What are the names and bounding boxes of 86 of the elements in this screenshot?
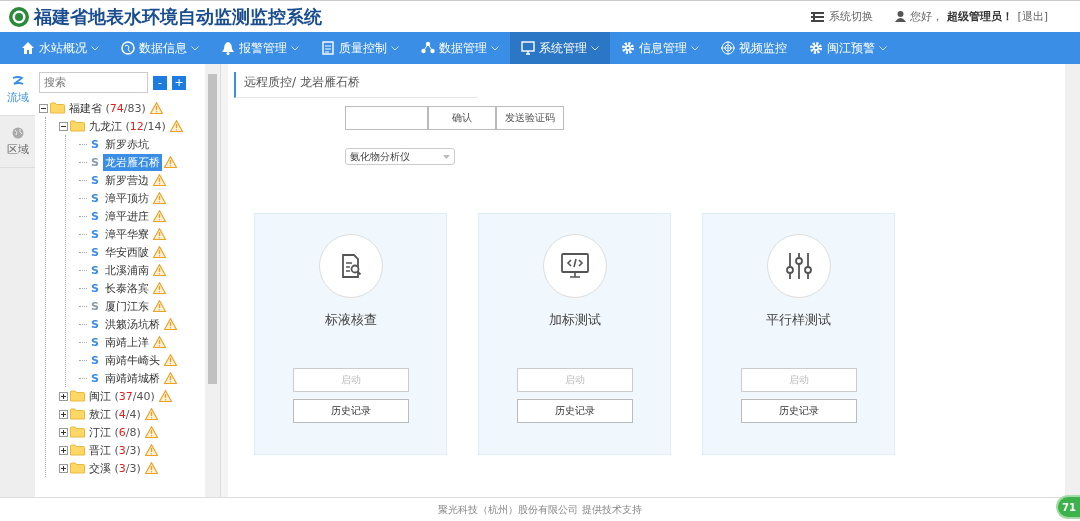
globe-icon: [121, 41, 135, 55]
tree-node-label[interactable]: 华安西陂: [103, 243, 151, 261]
tree-node-label[interactable]: 晋江 (3/3): [87, 441, 143, 459]
expand-toggle-icon[interactable]: [59, 427, 68, 437]
folder-icon: [50, 102, 65, 114]
system-switch-link[interactable]: 系统切换: [829, 9, 874, 24]
nav-menu-item[interactable]: 系统管理: [510, 32, 610, 64]
tree-node-label[interactable]: 闽江 (37/40): [87, 387, 157, 405]
station-mark: S: [90, 191, 100, 205]
scrollbar[interactable]: [205, 64, 220, 497]
station-mark: S: [90, 371, 100, 385]
tree-node-label[interactable]: 敖江 (4/4): [87, 405, 143, 423]
tree-node-label[interactable]: 洪籁汤坑桥: [103, 315, 162, 333]
nodes-icon: [421, 41, 435, 55]
logo-icon: [8, 5, 30, 28]
greeting-text: 您好，: [910, 9, 944, 24]
history-button[interactable]: 历史记录: [740, 399, 857, 423]
side-tab[interactable]: 流域: [0, 64, 35, 116]
expand-button[interactable]: +: [172, 75, 186, 90]
gear-icon: [809, 41, 823, 55]
tree-node-label[interactable]: 厦门江东: [103, 297, 151, 315]
instrument-dropdown[interactable]: 氨化物分析仪: [345, 148, 455, 165]
folder-icon: [70, 390, 85, 402]
scrollbar[interactable]: [1065, 64, 1080, 497]
side-tab[interactable]: 区域: [0, 116, 35, 168]
station-mark: S: [90, 335, 100, 349]
folder-icon: [70, 120, 85, 132]
station-mark: S: [90, 173, 100, 187]
tree-node-label[interactable]: 南靖牛崎头: [103, 351, 162, 369]
collapse-button[interactable]: -: [153, 75, 167, 90]
app-title: 福建省地表水环境自动监测监控系统: [34, 4, 323, 29]
collapse-toggle-icon[interactable]: [59, 121, 68, 131]
bell-icon: [221, 41, 235, 55]
station-mark: S: [90, 281, 100, 295]
list-icon: [811, 11, 825, 22]
breadcrumb: 远程质控/ 龙岩雁石桥: [234, 72, 478, 98]
folder-icon: [70, 462, 85, 474]
scrollbar-thumb[interactable]: [208, 74, 217, 384]
user-name: 超级管理员！: [947, 9, 1014, 24]
gear-icon: [621, 41, 635, 55]
home-icon: [21, 41, 35, 55]
station-mark: S: [90, 227, 100, 241]
target-icon: [721, 41, 735, 55]
monitor-icon: [521, 41, 535, 55]
folder-icon: [70, 426, 85, 438]
search-field[interactable]: 搜索: [39, 72, 148, 93]
station-mark: S: [90, 155, 100, 169]
logout-link[interactable]: [退出]: [1017, 9, 1048, 24]
expand-toggle-icon[interactable]: [59, 463, 68, 473]
tree-node-label[interactable]: 漳平顶坊: [103, 189, 151, 207]
station-mark: S: [90, 209, 100, 223]
tree-node-label[interactable]: 新罗赤坑: [103, 135, 151, 153]
station-mark: S: [90, 137, 100, 151]
caret-icon: [443, 154, 450, 159]
expand-toggle-icon[interactable]: [59, 391, 68, 401]
station-mark: S: [90, 353, 100, 367]
station-mark: S: [90, 299, 100, 313]
station-mark: S: [90, 263, 100, 277]
code-field[interactable]: [345, 106, 428, 130]
tree-node-label[interactable]: 南靖上洋: [103, 333, 151, 351]
tree-node-label[interactable]: 漳平华寮: [103, 225, 151, 243]
confirm-button[interactable]: 确认: [428, 106, 496, 130]
user-icon: [895, 11, 907, 22]
card-title: 加标测试: [548, 311, 601, 329]
tree-node-label[interactable]: 北溪浦南: [103, 261, 151, 279]
collapse-toggle-icon[interactable]: [39, 103, 48, 113]
expand-toggle-icon[interactable]: [59, 409, 68, 419]
send-code-button[interactable]: 发送验证码: [496, 106, 564, 130]
tree-node-label[interactable]: 汀江 (6/8): [87, 423, 143, 441]
tree-node-label[interactable]: 交溪 (3/3): [87, 459, 143, 477]
card-title: 平行样测试: [766, 311, 831, 329]
tree-node-label[interactable]: 长泰洛宾: [103, 279, 151, 297]
tree-node-label[interactable]: 南靖靖城桥: [103, 369, 162, 387]
tree-node-label[interactable]: 新罗营边: [103, 171, 151, 189]
tree-node-label[interactable]: 漳平进庄: [103, 207, 151, 225]
station-mark: S: [90, 245, 100, 259]
expand-toggle-icon[interactable]: [59, 445, 68, 455]
station-mark: S: [90, 317, 100, 331]
history-button[interactable]: 历史记录: [292, 399, 409, 423]
history-button[interactable]: 历史记录: [516, 399, 633, 423]
document-icon: [321, 41, 335, 55]
card-title: 标液核查: [324, 311, 377, 329]
folder-icon: [70, 444, 85, 456]
folder-icon: [70, 408, 85, 420]
tree-node-label[interactable]: 九龙江 (12/14): [87, 117, 168, 135]
tree-node-label[interactable]: 福建省 (74/83): [67, 99, 148, 117]
